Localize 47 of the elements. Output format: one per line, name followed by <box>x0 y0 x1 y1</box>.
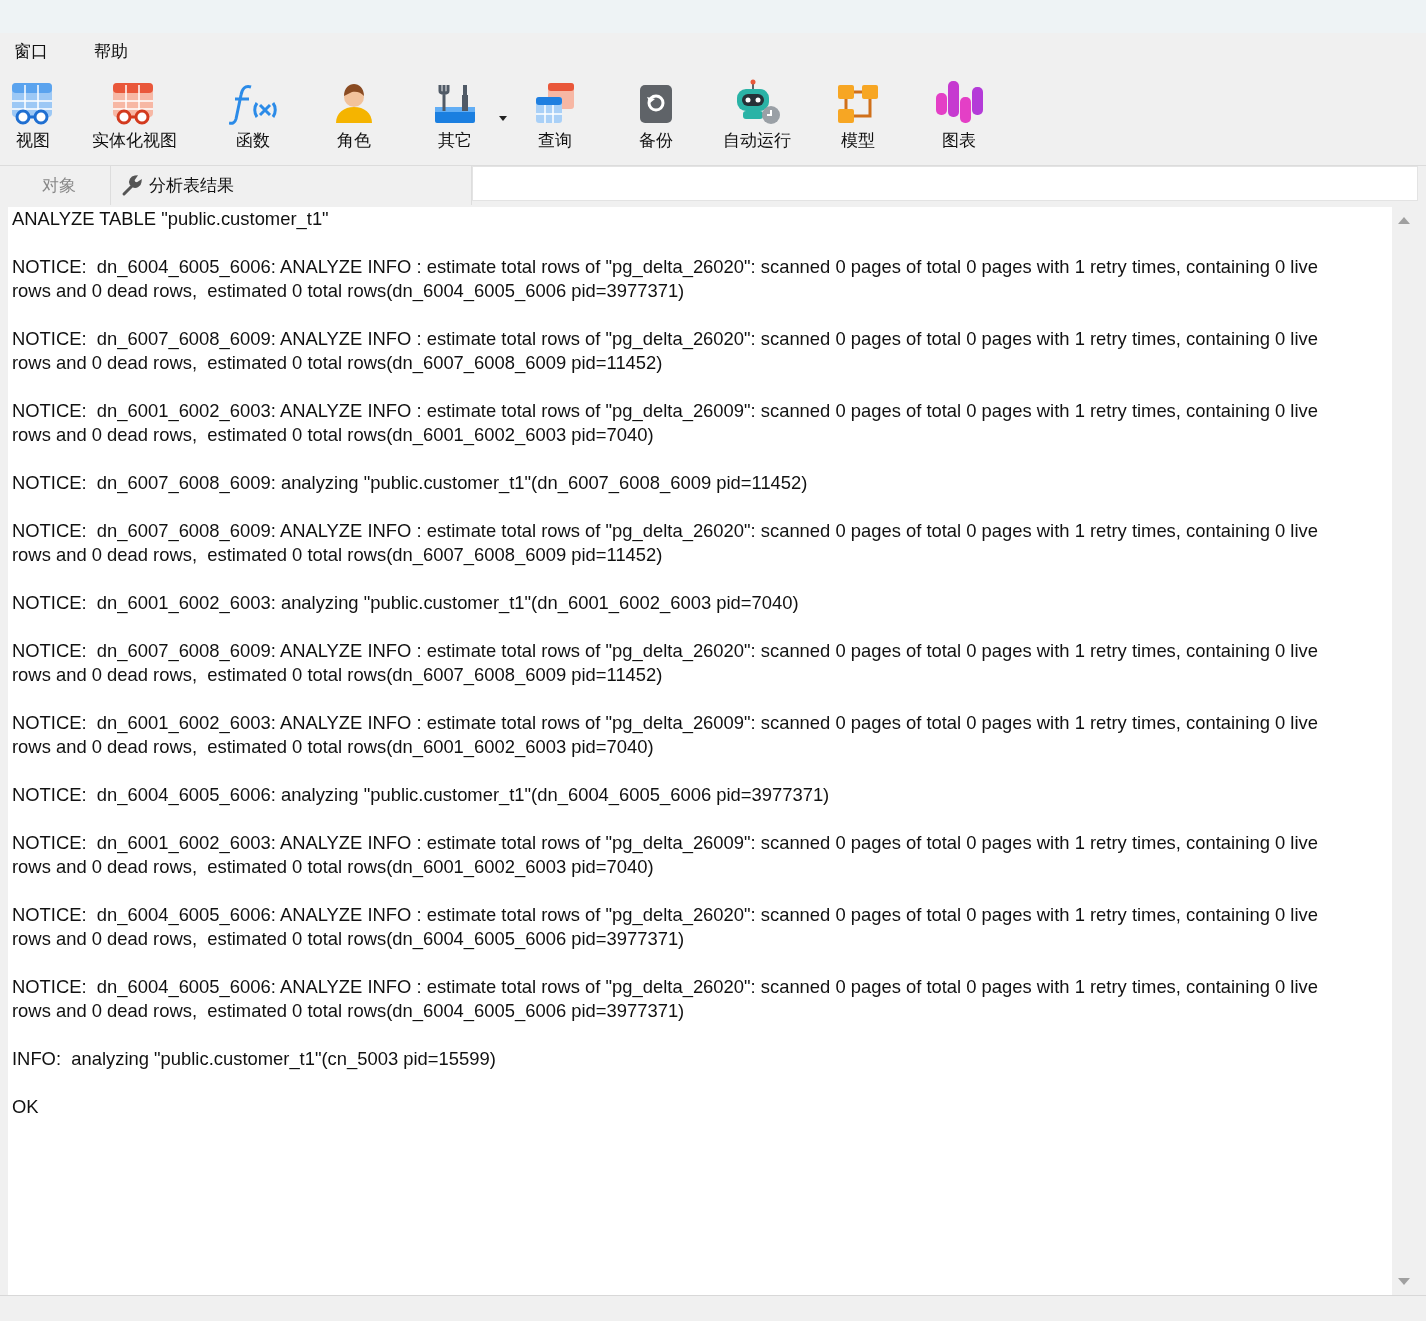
output-line: NOTICE: dn_6001_6002_6003: ANALYZE INFO : estimate total rows of "pg_delta_26009": scanned 0 pages of total 0 pages with 1 retry times, containing 0 live <box>12 399 1318 423</box>
menu-item[interactable]: 帮助 <box>94 38 128 65</box>
menu-item[interactable]: 窗口 <box>14 38 48 65</box>
output-line: rows and 0 dead rows, estimated 0 total rows(dn_6001_6002_6003 pid=7040) <box>12 855 654 879</box>
output-line: INFO: analyzing "public.customer_t1"(cn_5003 pid=15599) <box>12 1047 496 1071</box>
dropdown-caret-icon[interactable] <box>499 115 507 121</box>
toolbar-button[interactable]: 视图 <box>0 70 66 162</box>
toolbar-button[interactable]: 备份 <box>605 70 706 162</box>
output-line: rows and 0 dead rows, estimated 0 total rows(dn_6004_6005_6006 pid=3977371) <box>12 279 685 303</box>
toolbar-button[interactable]: 模型 <box>807 70 908 162</box>
output-line: NOTICE: dn_6001_6002_6003: ANALYZE INFO : estimate total rows of "pg_delta_26009": scanned 0 pages of total 0 pages with 1 retry times, containing 0 live <box>12 711 1318 735</box>
output-line: NOTICE: dn_6007_6008_6009: ANALYZE INFO : estimate total rows of "pg_delta_26020": scanned 0 pages of total 0 pages with 1 retry times, containing 0 live <box>12 327 1318 351</box>
output-line: NOTICE: dn_6007_6008_6009: ANALYZE INFO : estimate total rows of "pg_delta_26020": scanned 0 pages of total 0 pages with 1 retry times, containing 0 live <box>12 639 1318 663</box>
function-icon <box>228 83 277 125</box>
output-line: NOTICE: dn_6007_6008_6009: analyzing "public.customer_t1"(dn_6007_6008_6009 pid=11452) <box>12 471 808 495</box>
wrench-icon <box>121 174 143 197</box>
toolbar-button[interactable]: 图表 <box>908 70 1009 162</box>
table-stack-icon <box>533 83 576 125</box>
output-line: NOTICE: dn_6007_6008_6009: ANALYZE INFO : estimate total rows of "pg_delta_26020": scanned 0 pages of total 0 pages with 1 retry times, containing 0 live <box>12 519 1318 543</box>
output-line: rows and 0 dead rows, estimated 0 total rows(dn_6004_6005_6006 pid=3977371) <box>12 999 685 1023</box>
output-line: OK <box>12 1095 39 1119</box>
bar-chart-icon <box>933 79 984 125</box>
output-line: NOTICE: dn_6004_6005_6006: ANALYZE INFO : estimate total rows of "pg_delta_26020": scanned 0 pages of total 0 pages with 1 retry times, containing 0 live <box>12 255 1318 279</box>
output-line: NOTICE: dn_6004_6005_6006: ANALYZE INFO : estimate total rows of "pg_delta_26020": scanned 0 pages of total 0 pages with 1 retry times, containing 0 live <box>12 903 1318 927</box>
toolbar-button[interactable]: 其它 <box>404 70 505 162</box>
toolbar-button[interactable]: 自动运行 <box>706 70 807 162</box>
output-line: rows and 0 dead rows, estimated 0 total rows(dn_6001_6002_6003 pid=7040) <box>12 423 654 447</box>
output-line: NOTICE: dn_6004_6005_6006: ANALYZE INFO : estimate total rows of "pg_delta_26020": scanned 0 pages of total 0 pages with 1 retry times, containing 0 live <box>12 975 1318 999</box>
output-line: rows and 0 dead rows, estimated 0 total rows(dn_6001_6002_6003 pid=7040) <box>12 735 654 759</box>
output-line: rows and 0 dead rows, estimated 0 total rows(dn_6007_6008_6009 pid=11452) <box>12 351 663 375</box>
output-line: rows and 0 dead rows, estimated 0 total rows(dn_6004_6005_6006 pid=3977371) <box>12 927 685 951</box>
output-line: NOTICE: dn_6001_6002_6003: ANALYZE INFO : estimate total rows of "pg_delta_26009": scanned 0 pages of total 0 pages with 1 retry times, containing 0 live <box>12 831 1318 855</box>
toolbar-button[interactable]: 实体化视图 <box>66 70 202 162</box>
scroll-up-icon[interactable] <box>1398 217 1410 224</box>
output-line: NOTICE: dn_6001_6002_6003: analyzing "public.customer_t1"(dn_6001_6002_6003 pid=7040) <box>12 591 799 615</box>
restore-icon <box>637 83 674 125</box>
output-line: NOTICE: dn_6004_6005_6006: analyzing "public.customer_t1"(dn_6004_6005_6006 pid=3977371) <box>12 783 830 807</box>
person-icon <box>333 83 374 125</box>
toolbar-button[interactable]: 查询 <box>504 70 605 162</box>
diagram-icon <box>835 83 880 125</box>
toolbar-button[interactable]: 角色 <box>303 70 404 162</box>
output-line: rows and 0 dead rows, estimated 0 total rows(dn_6007_6008_6009 pid=11452) <box>12 543 663 567</box>
toolbar-button[interactable]: 函数 <box>202 70 303 162</box>
tools-icon <box>433 83 476 125</box>
output-line: rows and 0 dead rows, estimated 0 total rows(dn_6007_6008_6009 pid=11452) <box>12 663 663 687</box>
output-line: ANALYZE TABLE "public.customer_t1" <box>12 207 329 231</box>
scroll-down-icon[interactable] <box>1398 1278 1410 1285</box>
